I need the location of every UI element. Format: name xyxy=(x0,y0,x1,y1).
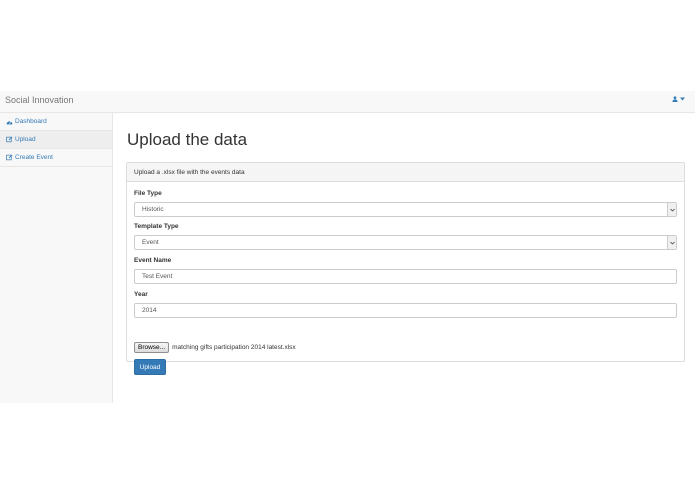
upload-button[interactable]: Upload xyxy=(134,359,166,375)
page: Social Innovation Dashboard Upload Creat… xyxy=(0,0,695,494)
chevron-down-icon[interactable] xyxy=(667,203,676,216)
chevron-down-icon[interactable] xyxy=(667,236,676,249)
event-name-label: Event Name xyxy=(134,257,172,264)
event-name-value: Test Event xyxy=(142,273,173,280)
file-type-value: Historic xyxy=(142,206,164,213)
edit-icon xyxy=(6,136,13,143)
sidebar-item-dashboard[interactable]: Dashboard xyxy=(0,113,112,131)
caret-down-icon xyxy=(680,97,685,101)
user-menu[interactable] xyxy=(672,96,685,102)
event-name-input[interactable]: Test Event xyxy=(134,269,677,284)
sidebar-item-label: Upload xyxy=(15,136,36,143)
panel-heading: Upload a .xlsx file with the events data xyxy=(127,163,684,182)
selected-filename: matching gifts participation 2014 latest… xyxy=(172,344,296,351)
sidebar-item-create-event[interactable]: Create Event xyxy=(0,149,112,167)
file-input[interactable]: Browse... matching gifts participation 2… xyxy=(134,342,296,353)
year-value: 2014 xyxy=(142,307,157,314)
file-type-select[interactable]: Historic xyxy=(134,202,677,217)
year-label: Year xyxy=(134,291,148,298)
edit-icon xyxy=(6,154,13,161)
template-type-select[interactable]: Event xyxy=(134,235,677,250)
year-input[interactable]: 2014 xyxy=(134,303,677,318)
file-type-label: File Type xyxy=(134,190,162,197)
sidebar-item-upload[interactable]: Upload xyxy=(0,131,112,149)
browse-button[interactable]: Browse... xyxy=(134,342,170,353)
template-type-value: Event xyxy=(142,239,159,246)
page-title: Upload the data xyxy=(127,130,248,149)
dashboard-icon xyxy=(6,119,13,125)
template-type-label: Template Type xyxy=(134,223,179,230)
sidebar-item-label: Dashboard xyxy=(15,118,47,125)
brand-title[interactable]: Social Innovation xyxy=(5,95,74,105)
sidebar-item-label: Create Event xyxy=(15,154,53,161)
upload-panel: Upload a .xlsx file with the events data… xyxy=(126,162,685,375)
top-navbar: Social Innovation xyxy=(0,91,695,113)
user-icon xyxy=(672,96,678,102)
sidebar: Dashboard Upload Create Event xyxy=(0,113,113,403)
